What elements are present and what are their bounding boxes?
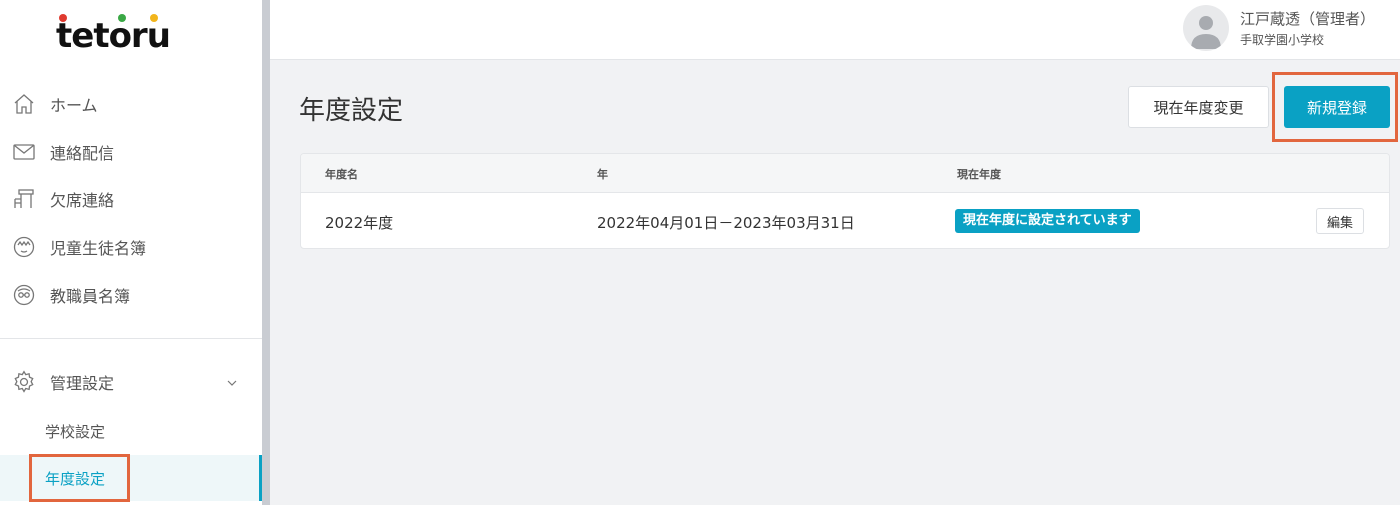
logo-dot-green [118, 14, 126, 22]
sidebar-item-label: 児童生徒名簿 [50, 239, 147, 258]
year-name-cell: 2022年度 [325, 214, 394, 232]
tetoru-logo[interactable]: tetoru [56, 14, 171, 56]
sidebar-divider [0, 338, 262, 339]
year-table: 年度名 年 現在年度 2022年度 2022年04月01日－2023年03月31… [300, 153, 1390, 249]
sidebar-item-label: ホーム [50, 96, 98, 115]
sidebar-scroll-divider [262, 0, 270, 505]
table-header: 年度名 年 現在年度 [301, 154, 1389, 193]
sidebar-item-teachers[interactable]: 教職員名簿 [0, 275, 262, 315]
sidebar-item-label: 教職員名簿 [50, 287, 131, 306]
mail-icon [11, 139, 37, 165]
period-cell: 2022年04月01日－2023年03月31日 [597, 214, 855, 232]
new-registration-button[interactable]: 新規登録 [1284, 86, 1390, 128]
sidebar-item-students[interactable]: 児童生徒名簿 [0, 227, 262, 267]
sidebar-subitem-year-settings[interactable]: 年度設定 [0, 455, 262, 501]
sidebar-item-label: 管理設定 [50, 374, 115, 393]
user-name[interactable]: 江戸蔵透（管理者） [1240, 8, 1375, 29]
sidebar-item-label: 欠席連絡 [50, 191, 115, 210]
sidebar-subitem-label: 学校設定 [45, 422, 106, 441]
sidebar-subitem-label: 年度設定 [45, 469, 106, 488]
school-name: 手取学園小学校 [1240, 33, 1325, 47]
column-header-current-year: 現在年度 [957, 168, 1001, 181]
sidebar: tetoru ホーム 連絡配信 欠席連絡 児童生徒名簿 教職員名簿 管理設定 学… [0, 0, 262, 505]
chevron-down-icon [226, 374, 238, 393]
sidebar-item-home[interactable]: ホーム [0, 84, 262, 124]
home-icon [11, 91, 37, 117]
current-year-badge: 現在年度に設定されています [955, 209, 1140, 233]
column-header-year-name: 年度名 [325, 168, 358, 181]
column-header-period: 年 [597, 168, 608, 181]
user-avatar-icon[interactable] [1183, 5, 1229, 51]
sidebar-item-messages[interactable]: 連絡配信 [0, 132, 262, 172]
gear-icon [11, 369, 37, 395]
sidebar-subitem-school-settings[interactable]: 学校設定 [0, 408, 262, 454]
child-face-icon [11, 234, 37, 260]
logo-text: tetoru [56, 16, 171, 56]
page-title: 年度設定 [299, 96, 404, 126]
top-bar [270, 0, 1400, 60]
desk-chair-icon [11, 186, 37, 212]
sidebar-item-absence[interactable]: 欠席連絡 [0, 179, 262, 219]
sidebar-item-admin-settings[interactable]: 管理設定 [0, 362, 262, 402]
change-current-year-button[interactable]: 現在年度変更 [1128, 86, 1269, 128]
logo-dot-red [59, 14, 67, 22]
teacher-face-icon [11, 282, 37, 308]
sidebar-item-label: 連絡配信 [50, 144, 115, 163]
logo-dot-yellow [150, 14, 158, 22]
edit-button[interactable]: 編集 [1316, 208, 1364, 234]
